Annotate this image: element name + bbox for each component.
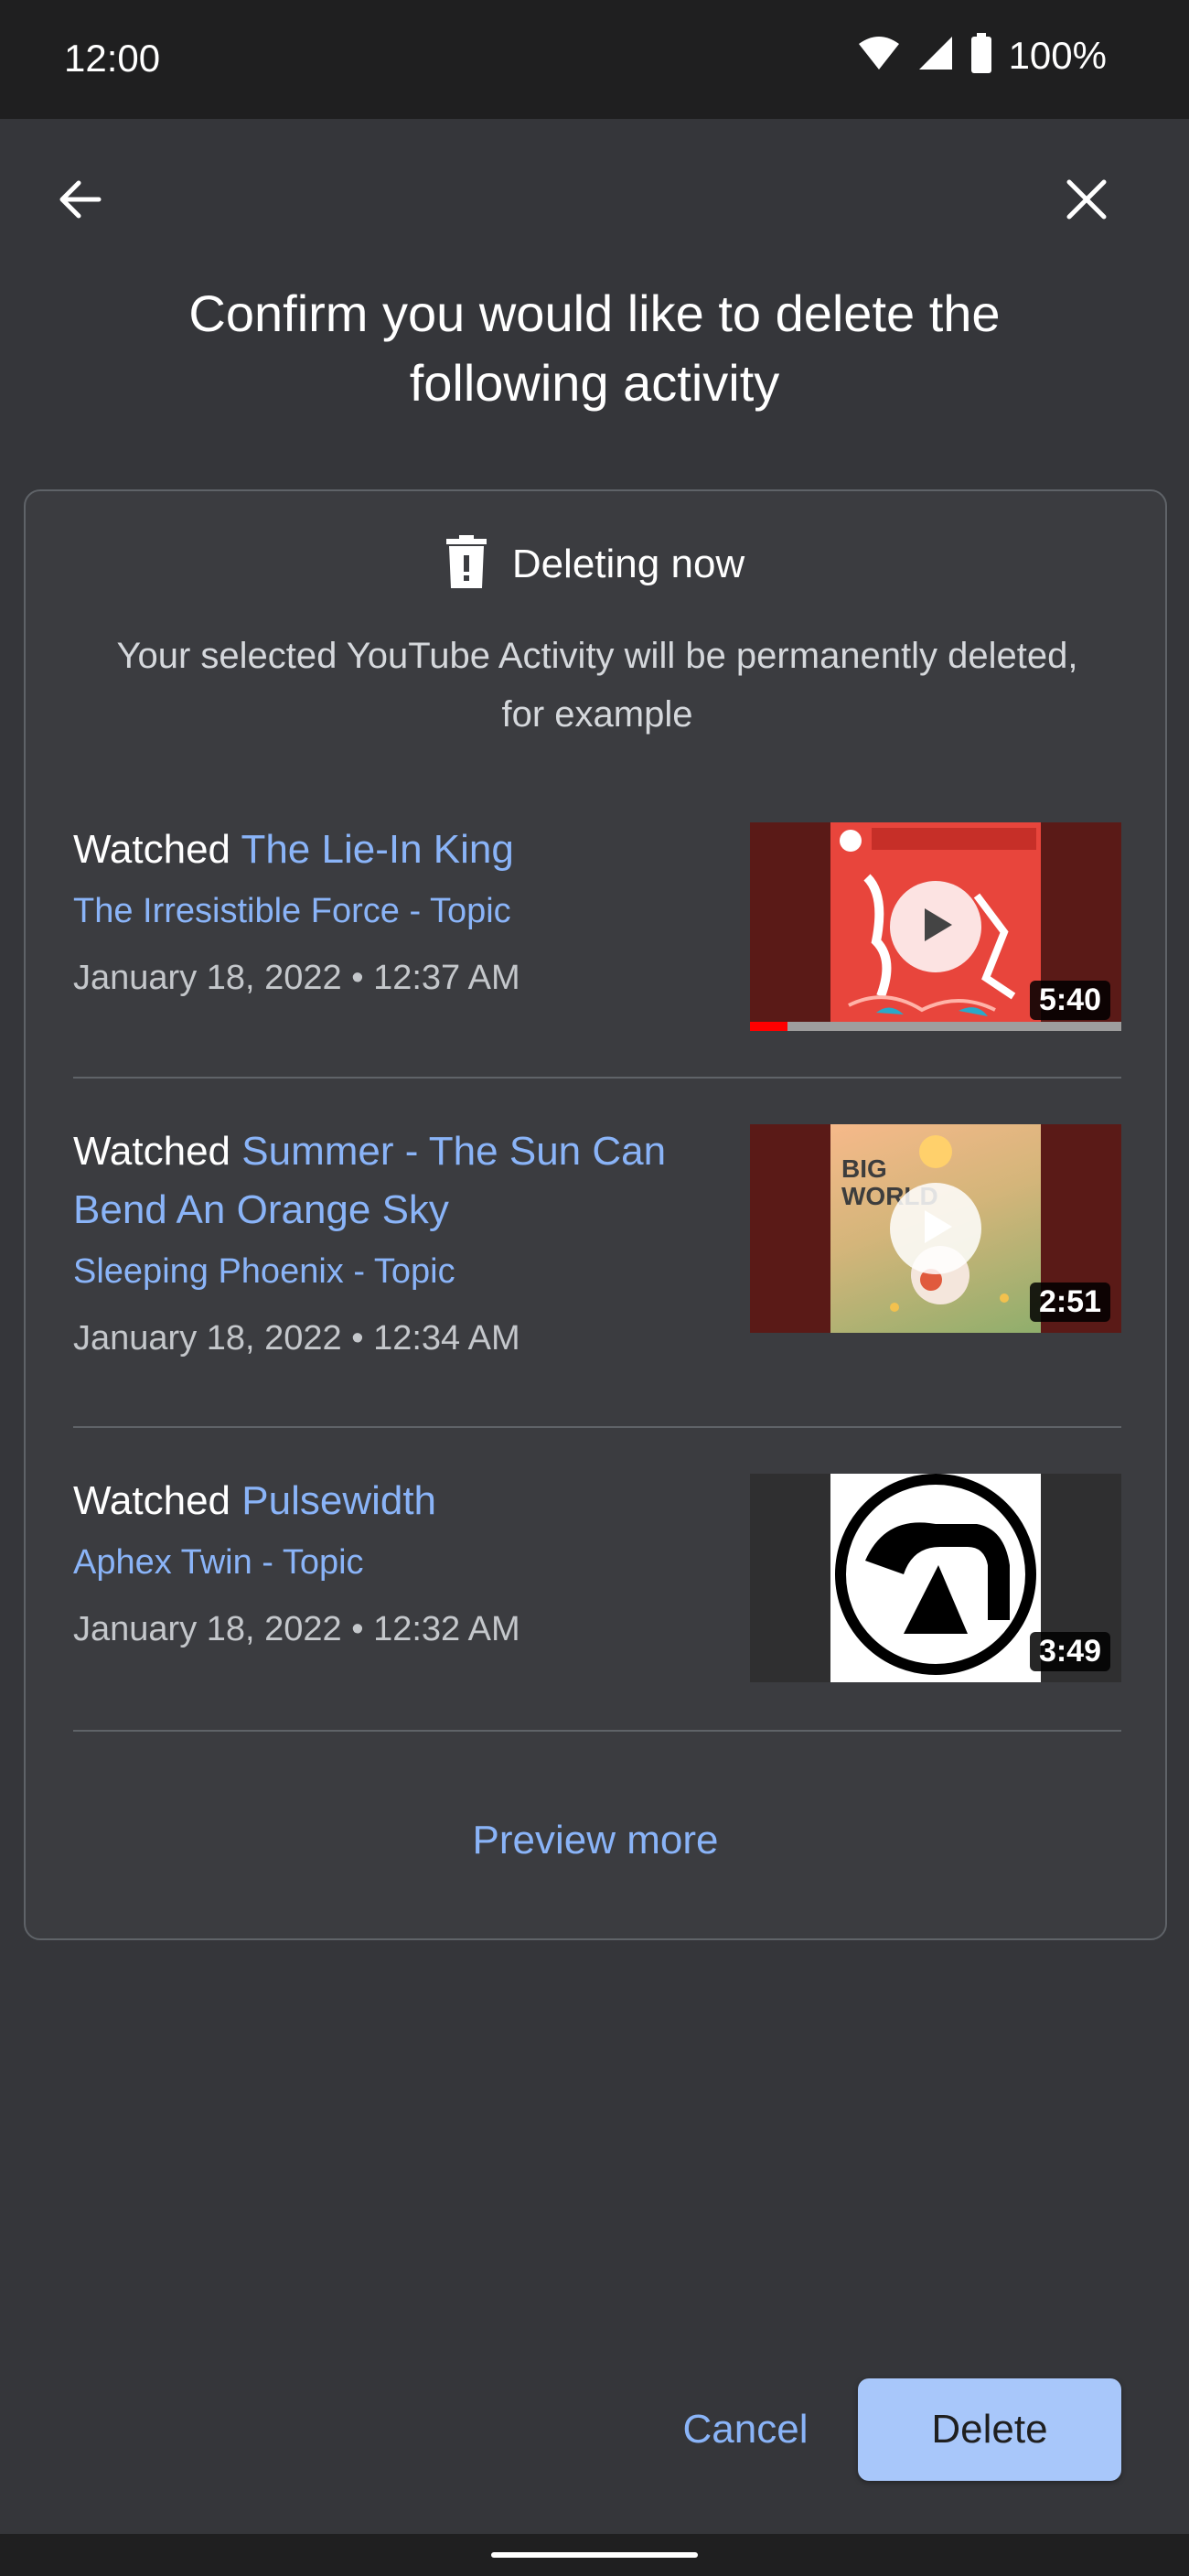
status-icons: 100% xyxy=(857,33,1107,78)
activity-list: Watched The Lie-In King The Irresistible… xyxy=(73,821,1121,1732)
activity-text: Watched Summer - The Sun Can Bend An Ora… xyxy=(73,1122,713,1358)
video-thumbnail[interactable]: BIG WORLD 2:51 xyxy=(750,1124,1121,1333)
watch-progress-fill xyxy=(750,1022,787,1031)
activity-date: January 18, 2022 • 12:37 AM xyxy=(73,959,520,997)
play-button[interactable] xyxy=(890,881,981,972)
deleting-header: Deleting now xyxy=(26,535,1165,593)
video-title-link[interactable]: Pulsewidth xyxy=(241,1478,436,1523)
album-art xyxy=(830,1474,1041,1682)
activity-date: January 18, 2022 • 12:32 AM xyxy=(73,1610,520,1648)
watch-progress-track xyxy=(750,1022,1121,1031)
activity-title: Watched Pulsewidth xyxy=(73,1472,713,1530)
video-thumbnail[interactable]: 3:49 xyxy=(750,1474,1121,1682)
system-nav-bar xyxy=(0,2534,1189,2576)
activity-date: January 18, 2022 • 12:34 AM xyxy=(73,1319,520,1358)
cancel-button[interactable]: Cancel xyxy=(654,2378,837,2481)
dialog-actions: Cancel Delete xyxy=(0,2378,1189,2488)
activity-item: Watched Summer - The Sun Can Bend An Ora… xyxy=(73,1079,1121,1428)
deletion-summary-card: Deleting now Your selected YouTube Activ… xyxy=(24,489,1167,1940)
close-button[interactable] xyxy=(1050,165,1123,238)
battery-icon xyxy=(970,33,992,78)
video-title-link[interactable]: The Lie-In King xyxy=(241,827,513,872)
activity-title: Watched The Lie-In King xyxy=(73,821,713,879)
activity-text: Watched The Lie-In King The Irresistible… xyxy=(73,821,713,998)
signal-icon xyxy=(917,35,954,76)
page-title: Confirm you would like to delete the fol… xyxy=(188,284,1001,412)
gesture-handle[interactable] xyxy=(491,2552,698,2558)
top-nav xyxy=(0,119,1189,284)
arrow-back-icon xyxy=(55,174,106,230)
status-time: 12:00 xyxy=(64,37,161,80)
activity-item: Watched Pulsewidth Aphex Twin - Topic Ja… xyxy=(73,1428,1121,1732)
close-icon xyxy=(1064,177,1109,227)
delete-confirmation-page: Confirm you would like to delete the fol… xyxy=(0,119,1189,2534)
watched-prefix: Watched xyxy=(73,1129,231,1174)
play-button[interactable] xyxy=(890,1183,981,1274)
delete-button[interactable]: Delete xyxy=(858,2378,1121,2481)
watched-prefix: Watched xyxy=(73,1478,231,1523)
wifi-icon xyxy=(857,35,901,76)
trash-icon xyxy=(445,535,487,593)
video-thumbnail[interactable]: 5:40 xyxy=(750,822,1121,1031)
back-button[interactable] xyxy=(44,165,117,238)
channel-link[interactable]: The Irresistible Force - Topic xyxy=(73,892,713,931)
video-duration: 3:49 xyxy=(1029,1632,1110,1671)
activity-title: Watched Summer - The Sun Can Bend An Ora… xyxy=(73,1122,713,1240)
watched-prefix: Watched xyxy=(73,827,231,872)
svg-text:BIG: BIG xyxy=(841,1154,887,1183)
preview-more-button[interactable]: Preview more xyxy=(26,1818,1165,1863)
deleting-description: Your selected YouTube Activity will be p… xyxy=(116,636,1078,735)
deleting-now-heading: Deleting now xyxy=(511,541,745,586)
status-bar: 12:00 100% xyxy=(0,0,1189,119)
activity-item: Watched The Lie-In King The Irresistible… xyxy=(73,821,1121,1079)
play-icon xyxy=(916,1207,956,1251)
battery-percent: 100% xyxy=(1008,33,1107,77)
play-icon xyxy=(916,905,956,950)
channel-link[interactable]: Aphex Twin - Topic xyxy=(73,1543,713,1583)
channel-link[interactable]: Sleeping Phoenix - Topic xyxy=(73,1252,713,1292)
activity-text: Watched Pulsewidth Aphex Twin - Topic Ja… xyxy=(73,1472,713,1649)
video-duration: 5:40 xyxy=(1029,981,1110,1020)
video-duration: 2:51 xyxy=(1029,1283,1110,1322)
